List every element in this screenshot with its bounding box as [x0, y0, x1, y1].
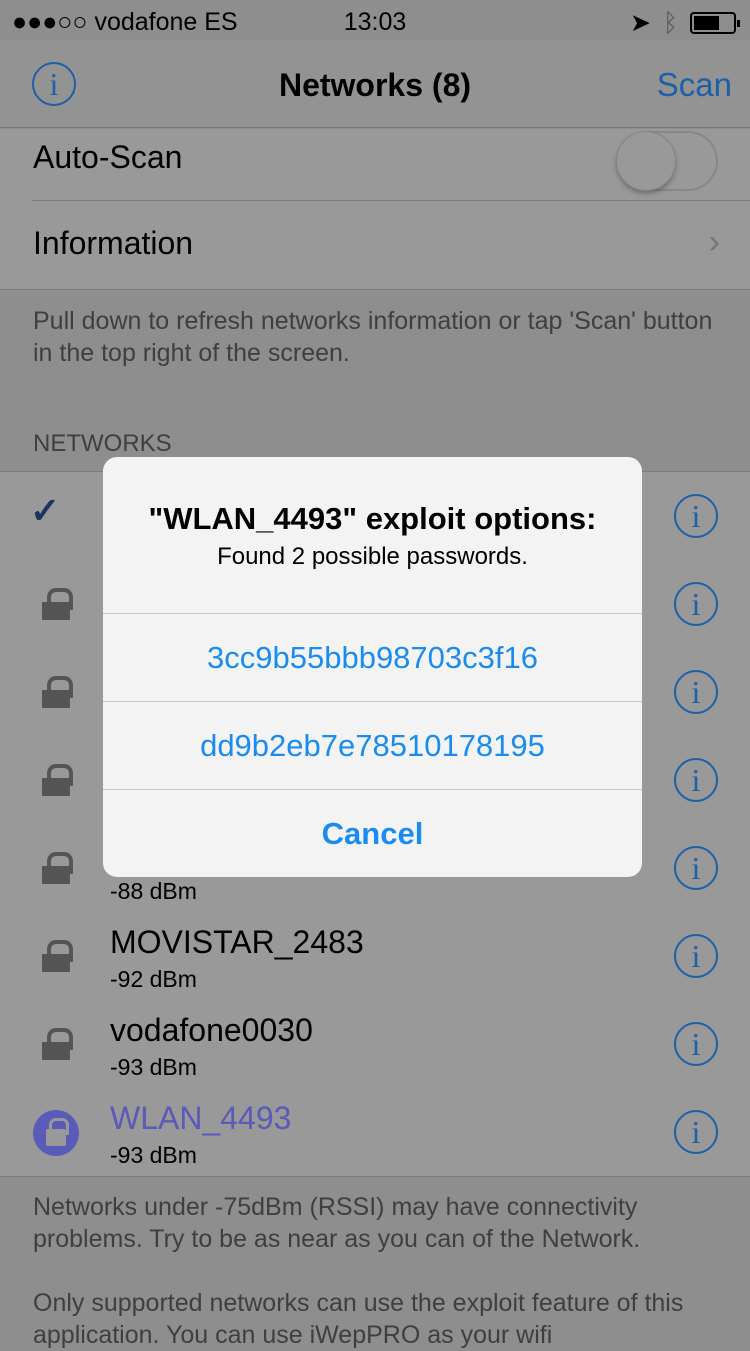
network-info-button[interactable]: i [674, 758, 718, 802]
password-option-2[interactable]: dd9b2eb7e78510178195 [103, 701, 642, 789]
network-name: vodafone0030 [110, 1012, 313, 1048]
footer-note-2: Only supported networks can use the expl… [33, 1289, 684, 1349]
chevron-right-icon: › [708, 223, 720, 261]
network-row[interactable]: vodafone0030 -93 dBm i [0, 1000, 750, 1088]
section-header: NETWORKS [33, 430, 172, 457]
location-icon: ➤ [630, 9, 651, 37]
auto-scan-toggle[interactable] [616, 131, 718, 191]
network-info-button[interactable]: i [674, 494, 718, 538]
network-rssi: -92 dBm [110, 966, 197, 992]
exploitable-lock-icon [33, 1110, 79, 1156]
lock-icon [42, 764, 73, 796]
divider [0, 289, 750, 290]
footer-note: Networks under -75dBm (RSSI) may have co… [33, 1193, 641, 1253]
network-info-button[interactable]: i [674, 670, 718, 714]
network-info-button[interactable]: i [674, 934, 718, 978]
network-rssi: -93 dBm [110, 1142, 197, 1168]
network-rssi: -93 dBm [110, 1054, 197, 1080]
network-info-button[interactable]: i [674, 1022, 718, 1066]
page-title: Networks (8) [278, 67, 472, 103]
information-row[interactable]: Information › [0, 201, 750, 289]
lock-icon [42, 940, 73, 972]
network-row[interactable]: MOVISTAR_2483 -92 dBm i [0, 912, 750, 1000]
alert-message: Found 2 possible passwords. [217, 543, 528, 570]
navigation-bar: i Networks (8) Scan [0, 40, 750, 128]
network-rssi: -88 dBm [110, 878, 197, 904]
divider [0, 1176, 750, 1177]
network-row[interactable]: WLAN_4493 -93 dBm i [0, 1088, 750, 1176]
exploit-alert: "WLAN_4493" exploit options: Found 2 pos… [103, 457, 642, 877]
checkmark-icon: ✓ [30, 490, 61, 531]
bluetooth-icon: ᛒ [662, 8, 678, 37]
scan-button[interactable]: Scan [657, 66, 732, 104]
battery-icon [690, 12, 740, 34]
cancel-button[interactable]: Cancel [103, 789, 642, 877]
network-info-button[interactable]: i [674, 846, 718, 890]
lock-icon [42, 852, 73, 884]
network-name: WLAN_4493 [110, 1100, 292, 1136]
network-name: MOVISTAR_2483 [110, 924, 364, 960]
lock-icon [42, 1028, 73, 1060]
hint-text: Pull down to refresh networks informatio… [33, 307, 713, 367]
alert-title: "WLAN_4493" exploit options: [148, 501, 597, 536]
auto-scan-label: Auto-Scan [33, 139, 183, 175]
information-label: Information [33, 225, 194, 261]
lock-icon [42, 676, 73, 708]
network-info-button[interactable]: i [674, 582, 718, 626]
network-info-button[interactable]: i [674, 1110, 718, 1154]
password-option-1[interactable]: 3cc9b55bbb98703c3f16 [103, 613, 642, 701]
status-bar: ●●●○○ vodafone ES 13:03 ➤ ᛒ [0, 0, 750, 40]
lock-icon [42, 588, 73, 620]
